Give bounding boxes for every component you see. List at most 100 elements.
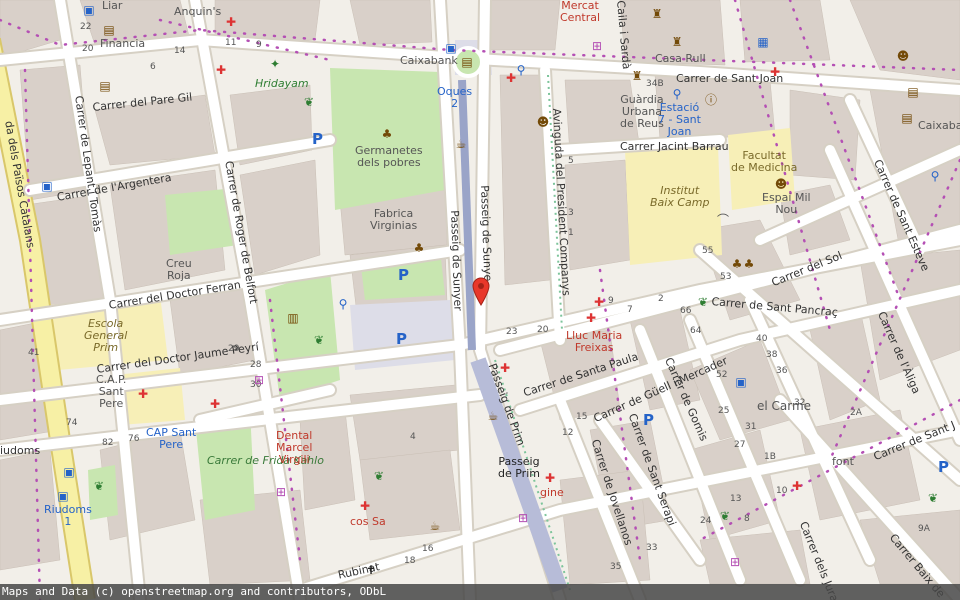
pharmacy-cross-icon[interactable]: ✚ <box>136 388 150 402</box>
veterinary-icon[interactable]: ❦ <box>372 470 386 484</box>
cafe-icon[interactable]: ☕ <box>454 138 468 152</box>
sports-icon[interactable]: ✦ <box>268 58 282 72</box>
theatre-icon[interactable]: ☻ <box>536 116 550 130</box>
place-label: font <box>832 455 854 468</box>
shop-icon[interactable]: ⊞ <box>590 40 604 54</box>
parking-icon[interactable]: P <box>398 266 409 284</box>
bus-stop-icon[interactable]: ▣ <box>444 42 458 56</box>
pharmacy-cross-icon[interactable]: ✚ <box>214 64 228 78</box>
cafe-icon[interactable]: ☕ <box>486 410 500 424</box>
shop-icon[interactable]: ⊞ <box>252 374 266 388</box>
place-label: Escola General Prim <box>84 317 128 355</box>
place-label: CAP Sant Pere <box>146 426 197 452</box>
house-number: 74 <box>66 418 78 428</box>
monument-icon[interactable]: ♜ <box>670 36 684 50</box>
bus-stop-icon[interactable]: ▣ <box>40 180 54 194</box>
house-number: 12 <box>562 428 574 438</box>
house-number: 24 <box>700 516 712 526</box>
house-number: 9 <box>256 40 262 50</box>
monument-icon[interactable]: ♜ <box>650 8 664 22</box>
house-number: 53 <box>720 272 732 282</box>
place-label: Fabrica Virginias <box>370 207 418 233</box>
bank-icon[interactable]: ▤ <box>102 24 116 38</box>
pharmacy-cross-icon[interactable]: ✚ <box>768 66 782 80</box>
map-canvas[interactable]: Carrer del Pare Gil Carrer de Lepant i T… <box>0 0 960 600</box>
pharmacy-cross-icon[interactable]: ✚ <box>224 16 238 30</box>
shop-icon[interactable]: ⊞ <box>274 486 288 500</box>
shop-icon[interactable]: ⊞ <box>516 512 530 526</box>
parking-icon[interactable]: P <box>312 130 323 148</box>
veterinary-icon[interactable]: ❦ <box>718 510 732 524</box>
house-number: 22 <box>80 22 92 32</box>
house-number: 33 <box>646 543 658 553</box>
bank-icon[interactable]: ▤ <box>460 56 474 70</box>
bicycle-rental-icon[interactable]: ⚲ <box>928 170 942 184</box>
house-number: 4 <box>410 432 416 442</box>
place-label: C.A.P. Sant Pere <box>96 373 127 411</box>
bus-stop-icon[interactable]: ▣ <box>62 466 76 480</box>
cafe-icon[interactable]: ☕ <box>428 520 442 534</box>
veterinary-icon[interactable]: ❦ <box>312 334 326 348</box>
veterinary-icon[interactable]: ❦ <box>696 296 710 310</box>
bus-stop-icon[interactable]: ▣ <box>734 376 748 390</box>
place-of-worship-icon[interactable]: ♣ <box>742 258 756 272</box>
pharmacy-cross-icon[interactable]: ✚ <box>498 362 512 376</box>
bank-icon[interactable]: ▤ <box>900 112 914 126</box>
bank-icon[interactable]: ▤ <box>906 86 920 100</box>
place-label: Lluc Maria Freixas <box>566 329 623 355</box>
map-attribution[interactable]: Maps and Data (c) openstreetmap.org and … <box>0 584 960 600</box>
information-icon[interactable]: ⓘ <box>704 94 718 108</box>
bicycle-rental-icon[interactable]: ⚲ <box>336 298 350 312</box>
street-label: Passeig de Sunye <box>478 184 495 282</box>
house-number: 41 <box>28 348 40 358</box>
cinema-icon[interactable]: ▦ <box>756 36 770 50</box>
house-number: 38 <box>766 350 778 360</box>
house-number: 5 <box>568 156 574 166</box>
place-label: cos Sa <box>350 515 386 528</box>
place-label: Caixabank <box>400 54 458 67</box>
pharmacy-cross-icon[interactable]: ✚ <box>358 500 372 514</box>
house-number: 28 <box>250 360 262 370</box>
bus-stop-icon[interactable]: ▣ <box>56 490 70 504</box>
monument-icon[interactable]: ♜ <box>630 70 644 84</box>
parking-icon[interactable]: P <box>938 458 949 476</box>
pharmacy-cross-icon[interactable]: ✚ <box>584 312 598 326</box>
pharmacy-cross-icon[interactable]: ✚ <box>543 472 557 486</box>
place-label: Caixaban <box>918 119 960 132</box>
house-number: 16 <box>422 544 434 554</box>
location-pin-icon[interactable] <box>471 276 491 306</box>
theatre-icon[interactable]: ☻ <box>774 178 788 192</box>
place-label: Facultat de Medicina <box>731 149 798 175</box>
house-number: 66 <box>680 306 692 316</box>
bicycle-rental-icon[interactable]: ⚲ <box>514 64 528 78</box>
pharmacy-cross-icon[interactable]: ✚ <box>790 480 804 494</box>
house-number: 76 <box>128 434 140 444</box>
place-label: Anquin's <box>174 5 222 18</box>
pharmacy-cross-icon[interactable]: ✚ <box>592 296 606 310</box>
bicycle-rental-icon[interactable]: ⚲ <box>670 88 684 102</box>
bus-stop-icon[interactable]: ▣ <box>82 4 96 18</box>
place-label: Institut Baix Camp <box>650 184 710 210</box>
veterinary-icon[interactable]: ❦ <box>92 480 106 494</box>
parking-icon[interactable]: P <box>396 330 407 348</box>
house-number: 27 <box>734 440 746 450</box>
place-of-worship-icon[interactable]: ♣ <box>380 128 394 142</box>
house-number: 7 <box>627 305 633 315</box>
bank-icon[interactable]: ▤ <box>98 80 112 94</box>
house-number: 2 <box>658 294 664 304</box>
house-number: 1 <box>568 228 574 238</box>
house-number: 1B <box>764 452 776 462</box>
veterinary-icon[interactable]: ❦ <box>926 492 940 506</box>
parking-icon[interactable]: P <box>643 411 654 429</box>
theatre-icon[interactable]: ☻ <box>896 50 910 64</box>
house-number: 31 <box>745 422 757 432</box>
church-cross-icon[interactable]: ✝ <box>364 564 378 578</box>
place-of-worship-icon[interactable]: ♣ <box>412 242 426 256</box>
house-number: 18 <box>404 556 416 566</box>
pharmacy-cross-icon[interactable]: ✚ <box>208 398 222 412</box>
veterinary-icon[interactable]: ❦ <box>302 96 316 110</box>
library-icon[interactable]: ▥ <box>286 312 300 326</box>
house-number: 20 <box>537 325 549 335</box>
place-label: Espai Mil Nou <box>762 191 811 217</box>
shop-icon[interactable]: ⊞ <box>728 556 742 570</box>
